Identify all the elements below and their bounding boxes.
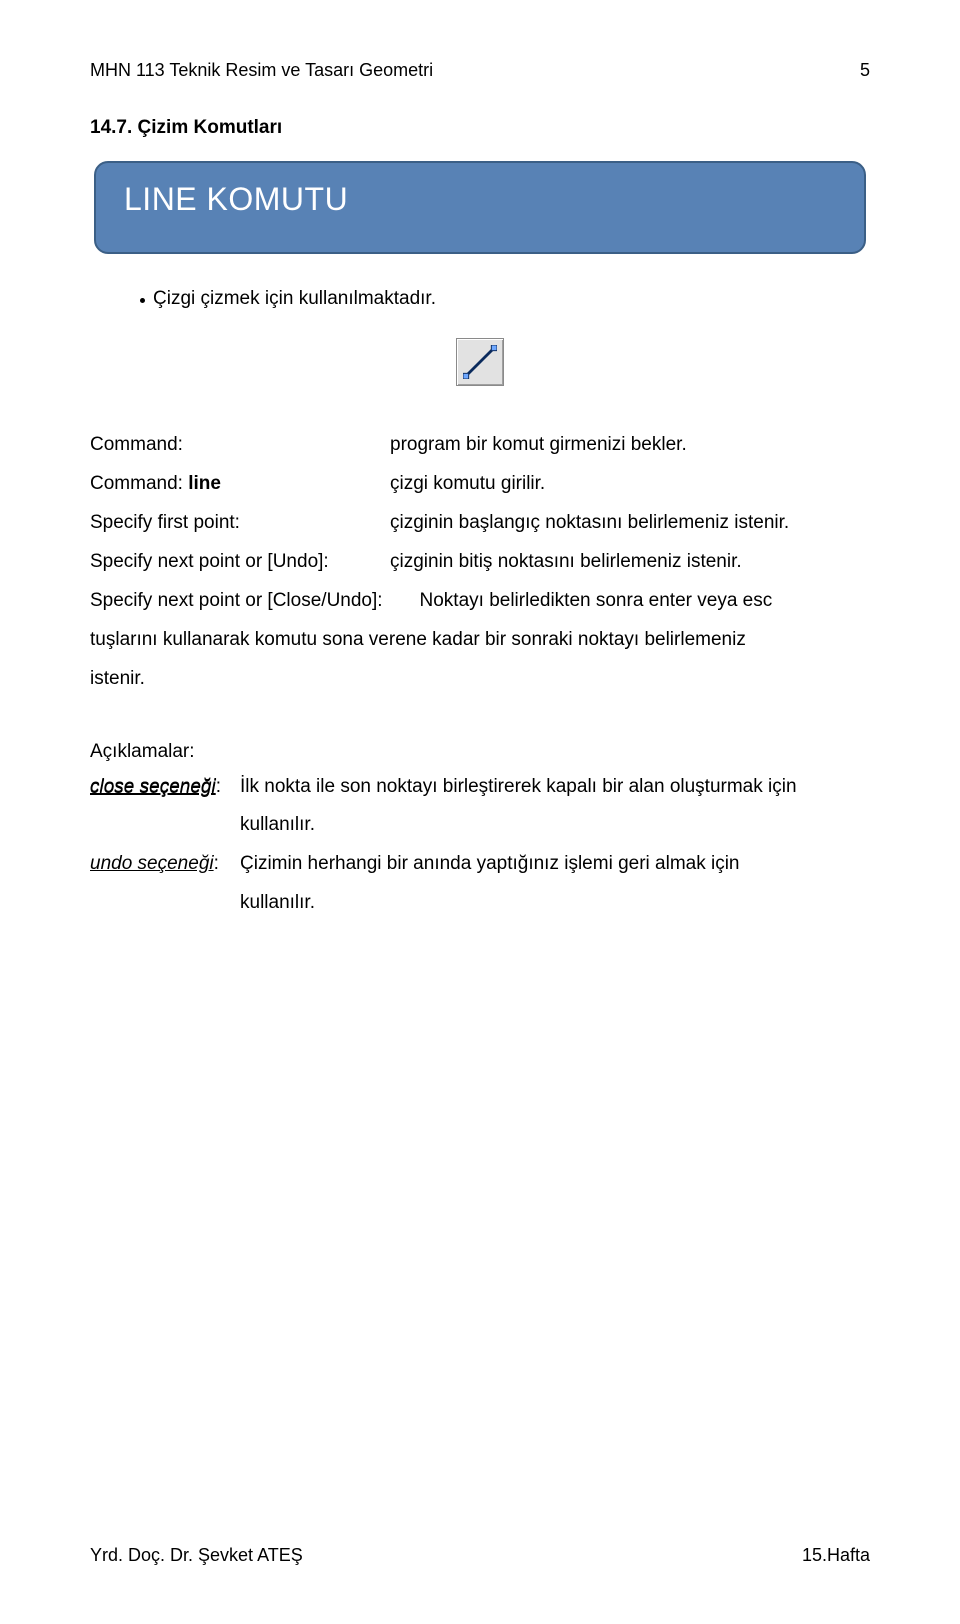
line-tool-icon xyxy=(456,338,504,386)
cmd-desc: çizginin başlangıç noktasını belirlemeni… xyxy=(390,504,870,543)
command-listing: Command: program bir komut girmenizi bek… xyxy=(90,426,870,699)
course-title: MHN 113 Teknik Resim ve Tasarı Geometri xyxy=(90,60,433,81)
cmd-prompt: Command: xyxy=(90,426,390,465)
undo-option-line1: Çizimin herhangi bir anında yaptığınız i… xyxy=(240,845,870,884)
cmd-row-7: istenir. xyxy=(90,660,870,699)
close-option-text: İlk nokta ile son noktayı birleştirerek … xyxy=(240,768,870,846)
cmd-desc: çizginin bitiş noktasını belirlemeniz is… xyxy=(390,543,870,582)
close-option-label: close seçeneği xyxy=(90,776,216,797)
bullet-text: Çizgi çizmek için kullanılmaktadır. xyxy=(153,288,436,310)
page-number: 5 xyxy=(860,60,870,81)
cmd-prompt: Specify first point: xyxy=(90,504,390,543)
cmd-prefix: Command: xyxy=(90,473,188,494)
cmd-desc: program bir komut girmenizi bekler. xyxy=(390,426,870,465)
bullet-dot-icon xyxy=(140,298,145,303)
cmd-desc: Noktayı belirledikten sonra enter veya e… xyxy=(420,590,773,611)
callout-title: LINE KOMUTU xyxy=(124,181,836,218)
cmd-row-1: Command: program bir komut girmenizi bek… xyxy=(90,426,870,465)
cmd-prompt: Command: line xyxy=(90,465,390,504)
colon: : xyxy=(214,853,219,874)
undo-option: undo seçeneği: Çizimin herhangi bir anın… xyxy=(90,845,870,923)
page-footer: Yrd. Doç. Dr. Şevket ATEŞ 15.Hafta xyxy=(90,1545,870,1566)
undo-option-label: undo seçeneği xyxy=(90,853,214,874)
footer-week: 15.Hafta xyxy=(802,1545,870,1566)
close-option: close seçeneği: İlk nokta ile son noktay… xyxy=(90,768,870,846)
section-heading: 14.7. Çizim Komutları xyxy=(90,117,870,139)
bullet-item: Çizgi çizmek için kullanılmaktadır. xyxy=(140,288,870,310)
close-option-line2: kullanılır. xyxy=(240,806,870,845)
cmd-row-3: Specify first point: çizginin başlangıç … xyxy=(90,504,870,543)
close-option-line1: İlk nokta ile son noktayı birleştirerek … xyxy=(240,768,870,807)
cmd-prompt: Specify next point or [Close/Undo]: xyxy=(90,590,383,611)
cmd-row-2: Command: line çizgi komutu girilir. xyxy=(90,465,870,504)
cmd-prompt: Specify next point or [Undo]: xyxy=(90,543,390,582)
undo-option-text: Çizimin herhangi bir anında yaptığınız i… xyxy=(240,845,870,923)
cmd-row-5: Specify next point or [Close/Undo]: Nokt… xyxy=(90,582,870,621)
cmd-row-4: Specify next point or [Undo]: çizginin b… xyxy=(90,543,870,582)
line-tool-svg-icon xyxy=(463,345,497,379)
tool-icon-row xyxy=(90,338,870,386)
footer-author: Yrd. Doç. Dr. Şevket ATEŞ xyxy=(90,1545,303,1566)
cmd-desc: çizgi komutu girilir. xyxy=(390,465,870,504)
cmd-keyword: line xyxy=(188,473,221,494)
undo-option-line2: kullanılır. xyxy=(240,884,870,923)
colon: : xyxy=(216,776,221,797)
cmd-row-6: tuşlarını kullanarak komutu sona verene … xyxy=(90,621,870,660)
page-header: MHN 113 Teknik Resim ve Tasarı Geometri … xyxy=(90,60,870,81)
explanations-heading: Açıklamalar: xyxy=(90,741,870,763)
command-callout: LINE KOMUTU xyxy=(94,161,866,254)
page-root: MHN 113 Teknik Resim ve Tasarı Geometri … xyxy=(0,0,960,1624)
